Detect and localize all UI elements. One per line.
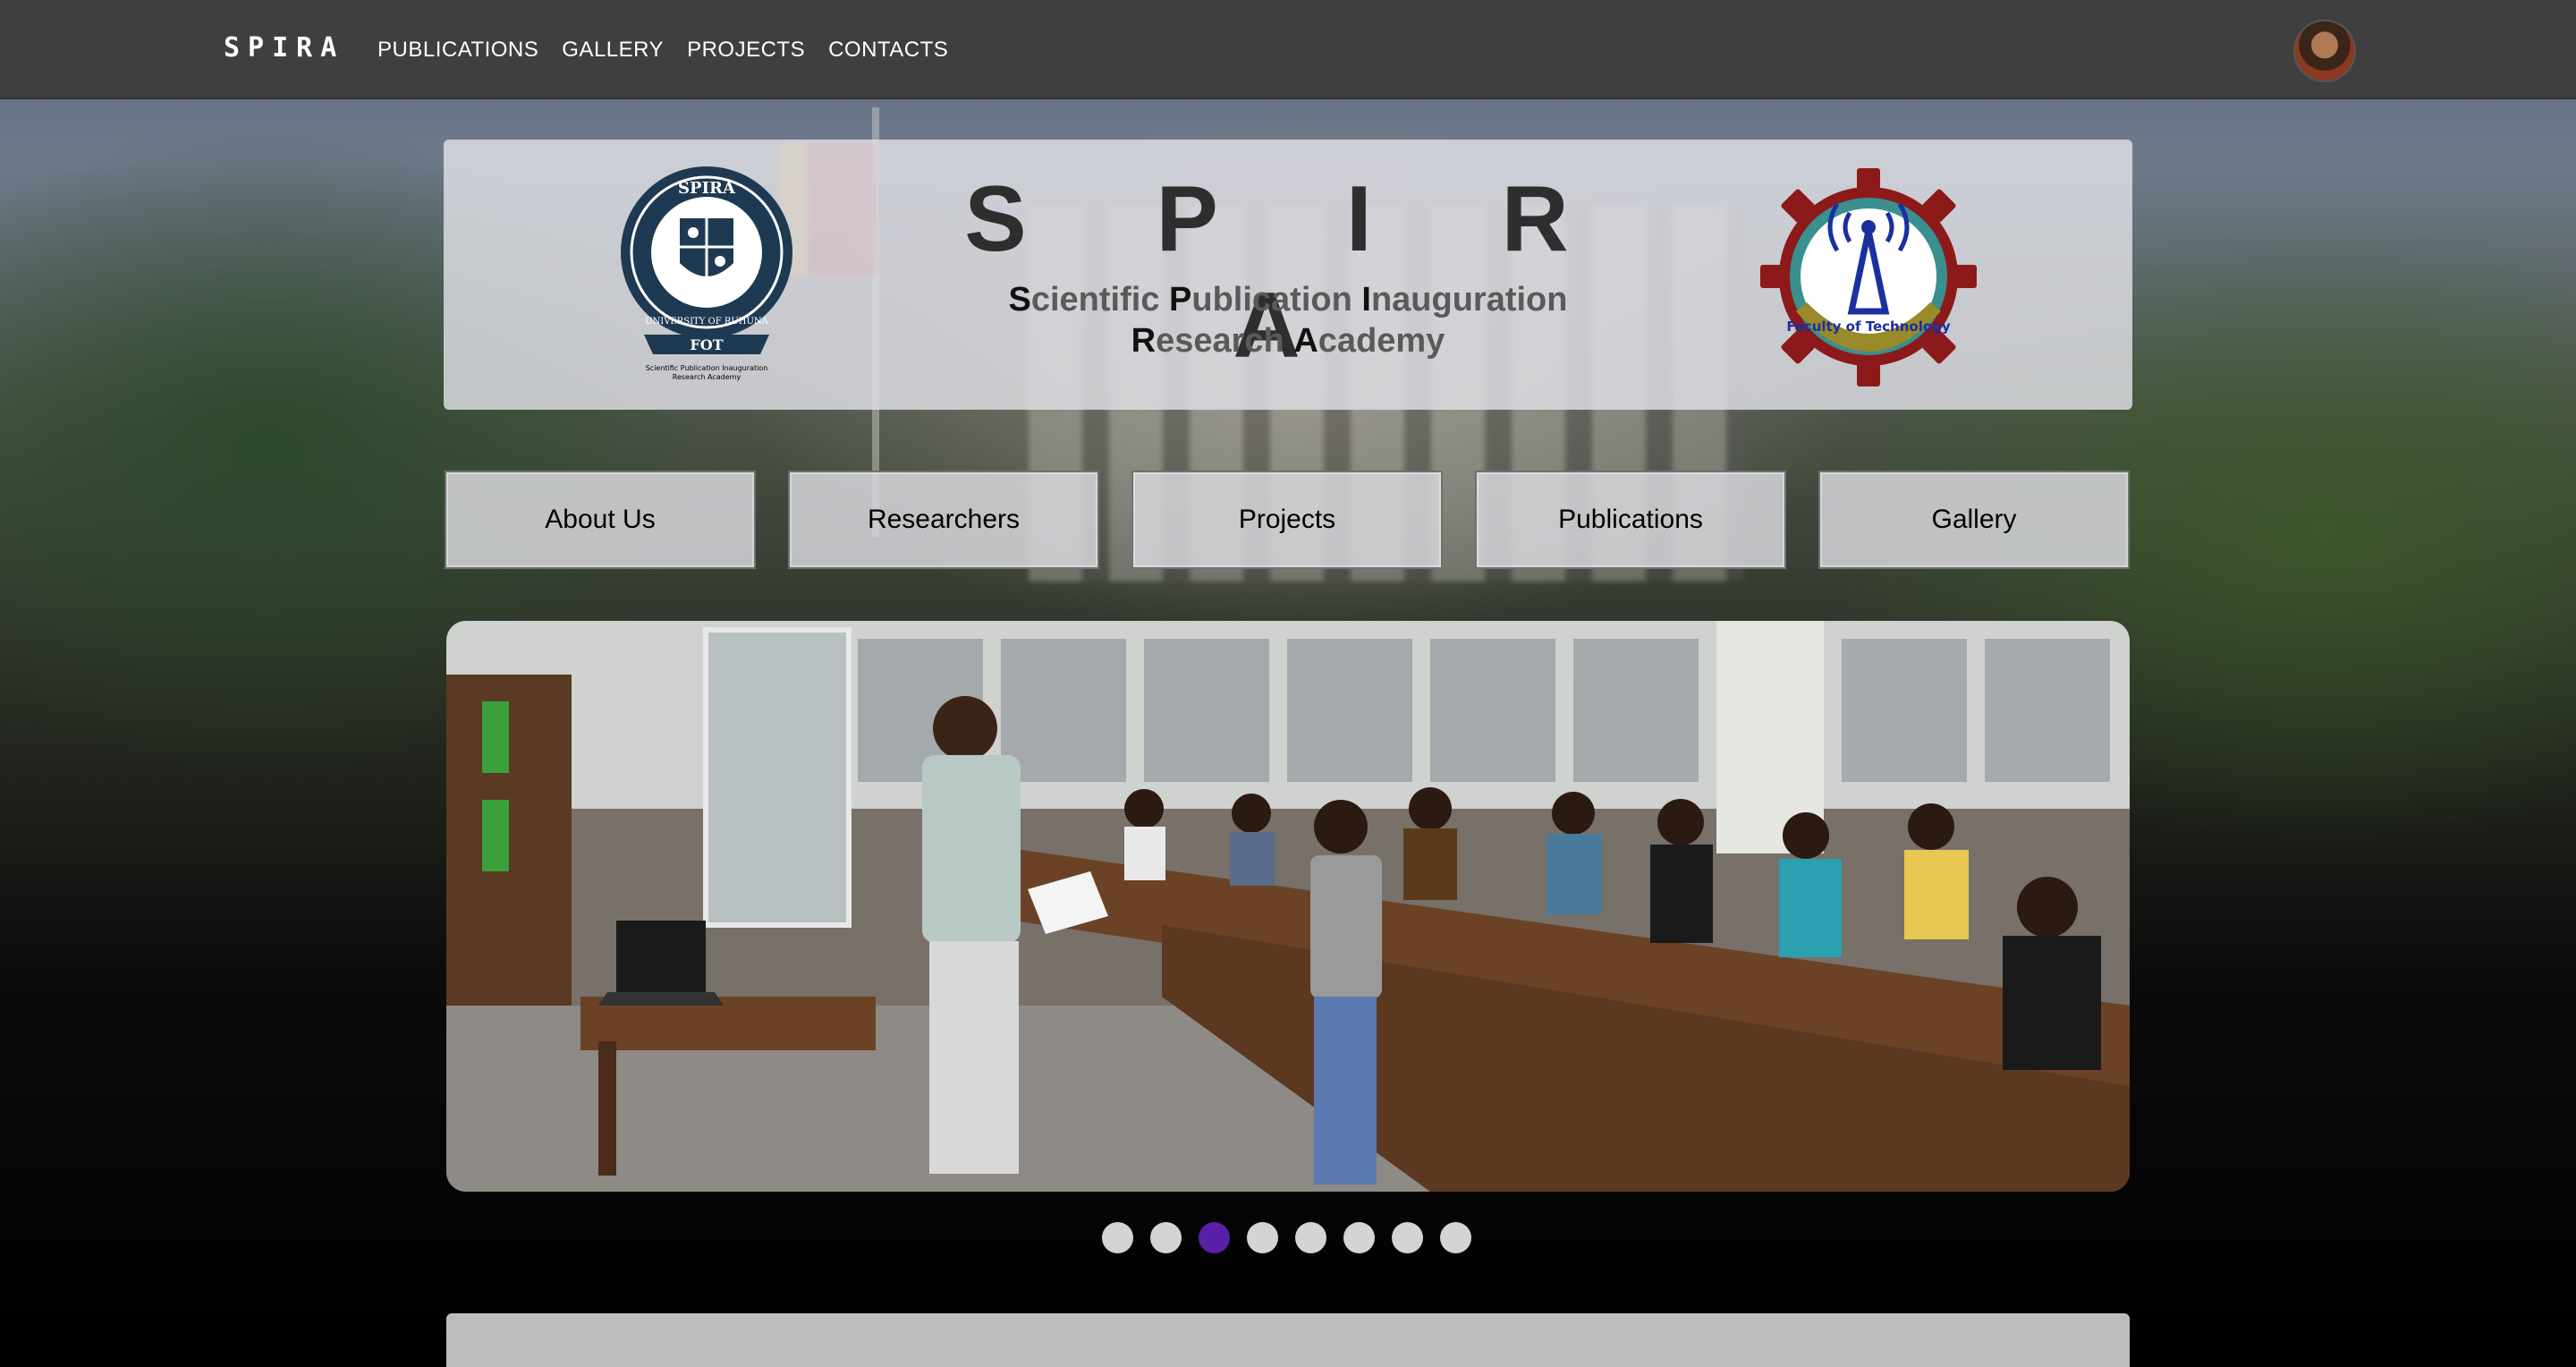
carousel-indicators (1102, 1222, 1471, 1253)
publications-button[interactable]: Publications (1475, 471, 1786, 569)
carousel-dot-5[interactable] (1295, 1222, 1326, 1253)
crest-ribbon-text: FOT (690, 336, 723, 353)
next-section-panel (446, 1313, 2130, 1367)
carousel-dot-2[interactable] (1150, 1222, 1182, 1253)
user-avatar[interactable] (2293, 20, 2356, 82)
nav-link-projects[interactable]: PROJECTS (687, 38, 805, 63)
carousel-dot-8[interactable] (1440, 1222, 1471, 1253)
top-navbar: SPIRA PUBLICATIONS GALLERY PROJECTS CONT… (0, 0, 2576, 99)
faculty-logo-text: Faculty of Technology (1786, 318, 1951, 335)
subtitle-line-2: Research Academy (1131, 322, 1445, 360)
nav-link-publications[interactable]: PUBLICATIONS (377, 38, 538, 63)
carousel-dot-6[interactable] (1343, 1222, 1375, 1253)
carousel-dot-3[interactable] (1199, 1222, 1230, 1253)
faculty-of-technology-logo: Faculty of Technology (1760, 168, 1977, 386)
about-us-button[interactable]: About Us (445, 471, 756, 569)
crest-caption-line1: Scientific Publication Inauguration (646, 364, 768, 372)
crest-caption-line2: Research Academy (673, 373, 741, 381)
brand-logo[interactable]: SPIRA (224, 32, 344, 64)
carousel-dot-7[interactable] (1392, 1222, 1423, 1253)
researchers-button[interactable]: Researchers (788, 471, 1099, 569)
nav-link-contacts[interactable]: CONTACTS (828, 38, 948, 63)
site-subtitle: Scientific Publication Inauguration Rese… (921, 279, 1655, 361)
nav-link-gallery[interactable]: GALLERY (562, 38, 664, 63)
main-nav: PUBLICATIONS GALLERY PROJECTS CONTACTS (377, 38, 948, 63)
carousel-slide-image (446, 621, 2130, 1192)
subtitle-line-1: Scientific Publication Inauguration (1008, 281, 1568, 318)
carousel-dot-1[interactable] (1102, 1222, 1133, 1253)
carousel-dot-4[interactable] (1247, 1222, 1278, 1253)
crest-ring-text: UNIVERSITY OF RUHUNA (645, 317, 769, 327)
crest-top-text: SPIRA (678, 179, 736, 198)
gallery-button[interactable]: Gallery (1818, 471, 2130, 569)
projects-button[interactable]: Projects (1131, 471, 1443, 569)
spira-crest-logo: SPIRA UNIVERSITY OF RUHUNA FOT Scientifi… (621, 166, 792, 381)
image-carousel[interactable] (446, 621, 2130, 1192)
